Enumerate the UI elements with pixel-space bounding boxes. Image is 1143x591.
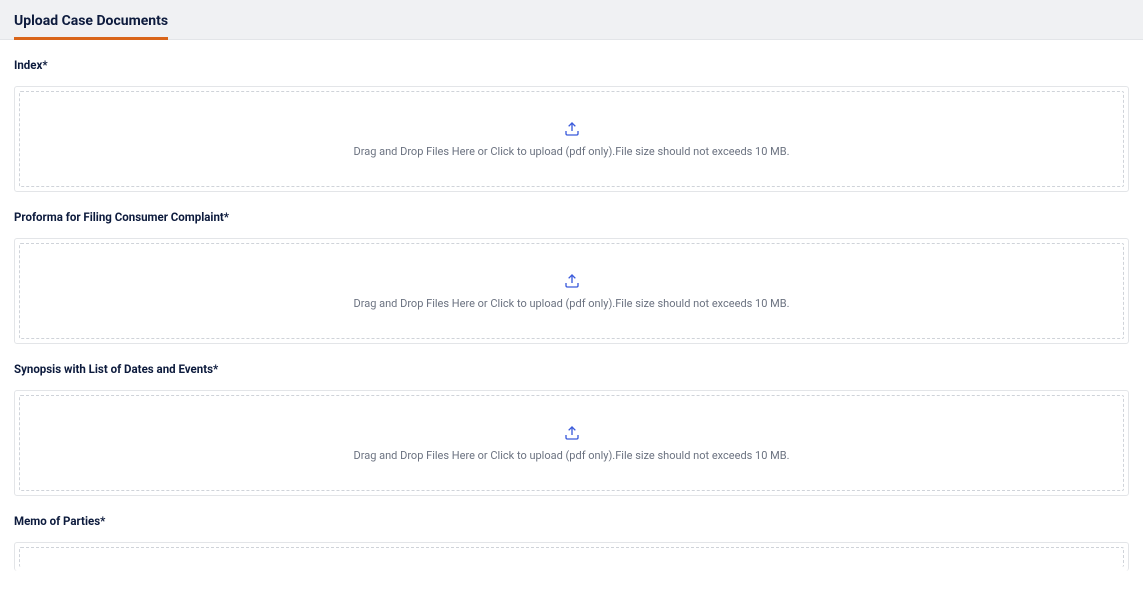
upload-instructions: Drag and Drop Files Here or Click to upl… <box>353 297 789 310</box>
upload-dropzone-index[interactable]: Drag and Drop Files Here or Click to upl… <box>19 91 1124 187</box>
upload-box-outer-synopsis: Drag and Drop Files Here or Click to upl… <box>14 390 1129 496</box>
upload-icon <box>564 425 580 445</box>
upload-dropzone-proforma[interactable]: Drag and Drop Files Here or Click to upl… <box>19 243 1124 339</box>
upload-box-outer-index: Drag and Drop Files Here or Click to upl… <box>14 86 1129 192</box>
upload-section-proforma: Proforma for Filing Consumer Complaint* … <box>0 192 1143 344</box>
upload-dropzone-memo[interactable] <box>19 547 1124 567</box>
section-label-index: Index* <box>14 58 1129 72</box>
section-label-memo: Memo of Parties* <box>14 514 1129 528</box>
header-bar: Upload Case Documents <box>0 0 1143 40</box>
upload-icon <box>564 273 580 293</box>
content-area: Index* Drag and Drop Files Here or Click… <box>0 40 1143 591</box>
upload-instructions: Drag and Drop Files Here or Click to upl… <box>353 145 789 158</box>
upload-section-synopsis: Synopsis with List of Dates and Events* … <box>0 344 1143 496</box>
section-label-synopsis: Synopsis with List of Dates and Events* <box>14 362 1129 376</box>
upload-box-outer-memo <box>14 542 1129 571</box>
section-label-proforma: Proforma for Filing Consumer Complaint* <box>14 210 1129 224</box>
upload-box-outer-proforma: Drag and Drop Files Here or Click to upl… <box>14 238 1129 344</box>
page-container: Upload Case Documents Index* Drag and Dr… <box>0 0 1143 591</box>
upload-section-memo: Memo of Parties* <box>0 496 1143 571</box>
upload-section-index: Index* Drag and Drop Files Here or Click… <box>0 40 1143 192</box>
upload-dropzone-synopsis[interactable]: Drag and Drop Files Here or Click to upl… <box>19 395 1124 491</box>
upload-icon <box>564 121 580 141</box>
upload-instructions: Drag and Drop Files Here or Click to upl… <box>353 449 789 462</box>
page-title: Upload Case Documents <box>14 13 168 40</box>
